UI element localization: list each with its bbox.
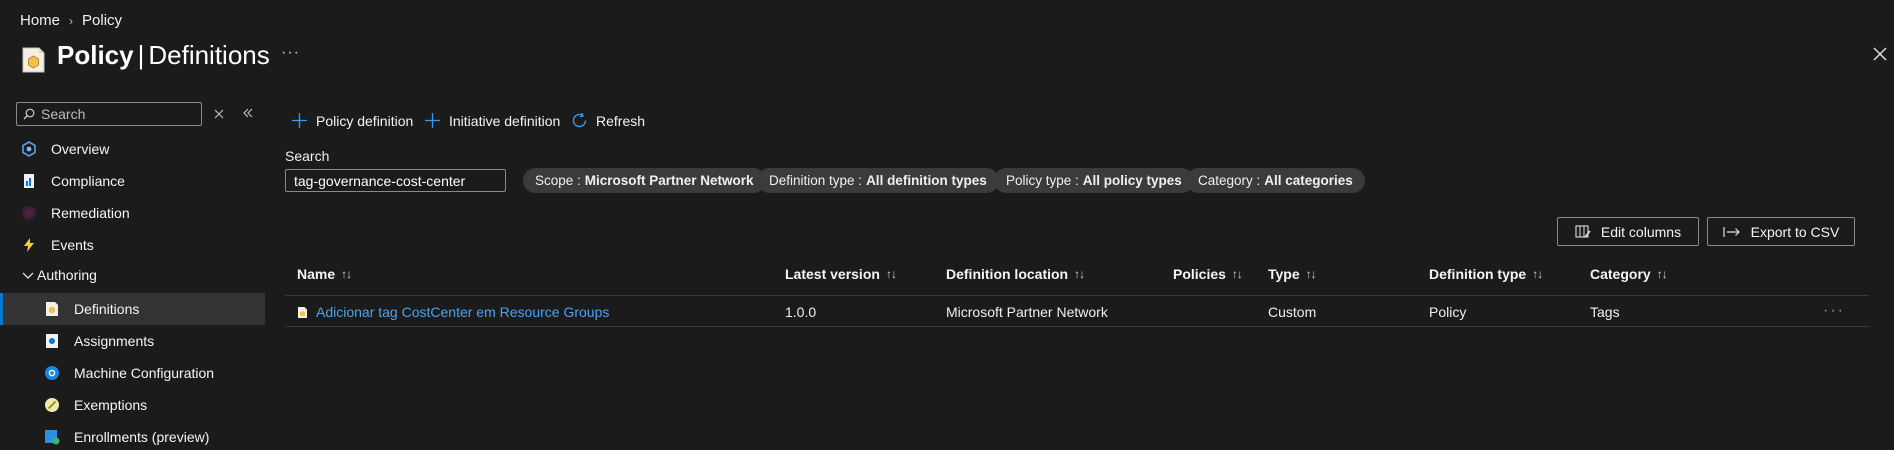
column-header-category[interactable]: Category ↑↓ [1590, 266, 1668, 282]
breadcrumb-home[interactable]: Home [20, 12, 60, 29]
page-title: Policy | Definitions [57, 40, 270, 70]
column-header-type[interactable]: Type ↑↓ [1268, 266, 1317, 282]
plus-icon [425, 113, 440, 128]
sidebar-item-remediation[interactable]: Remediation [0, 197, 265, 229]
remediation-icon [22, 206, 36, 220]
column-header-policies[interactable]: Policies ↑↓ [1173, 266, 1243, 282]
sidebar-search-box[interactable] [16, 102, 202, 126]
table-header-divider [285, 295, 1869, 296]
sort-icon: ↑↓ [1231, 267, 1243, 281]
sidebar-item-compliance[interactable]: Compliance [0, 165, 265, 197]
sort-icon: ↑↓ [341, 267, 352, 281]
compliance-icon [24, 174, 34, 188]
edit-columns-icon [1575, 224, 1591, 238]
sort-icon: ↑↓ [1074, 267, 1085, 281]
exemptions-icon [45, 398, 59, 412]
policy-icon [20, 46, 46, 74]
policy-definition-icon [298, 306, 307, 318]
breadcrumb-policy[interactable]: Policy [82, 12, 122, 29]
edit-columns-button[interactable]: Edit columns [1557, 217, 1699, 246]
policy-type-filter-pill[interactable]: Policy type : All policy types [994, 168, 1194, 193]
lightning-icon [24, 238, 34, 252]
refresh-button[interactable]: Refresh [571, 112, 645, 129]
cell-latest-version: 1.0.0 [785, 304, 817, 320]
definition-name-link[interactable]: Adicionar tag CostCenter em Resource Gro… [297, 304, 609, 320]
export-csv-button[interactable]: Export to CSV [1707, 217, 1855, 246]
sidebar-search-input[interactable] [41, 106, 191, 122]
search-label: Search [285, 148, 330, 164]
sidebar-item-definitions[interactable]: Definitions [0, 293, 265, 325]
machine-config-icon [45, 366, 59, 380]
sidebar-item-authoring[interactable]: Authoring [0, 259, 265, 291]
search-icon [23, 108, 35, 120]
chevron-down-icon [22, 272, 34, 279]
export-icon [1723, 226, 1740, 237]
breadcrumb: Home › Policy [20, 12, 122, 29]
add-policy-definition-button[interactable]: Policy definition [291, 112, 413, 129]
sort-icon: ↑↓ [1305, 267, 1317, 281]
sidebar-item-enrollments[interactable]: Enrollments (preview) [0, 421, 265, 450]
breadcrumb-separator: › [69, 13, 74, 28]
table-row-divider [285, 326, 1869, 327]
close-icon[interactable] [1872, 46, 1888, 62]
sidebar-item-overview[interactable]: Overview [0, 133, 265, 165]
sort-icon: ↑↓ [1656, 267, 1668, 281]
plus-icon [292, 113, 307, 128]
definition-type-filter-pill[interactable]: Definition type : All definition types [757, 168, 999, 193]
cell-type: Custom [1268, 304, 1317, 320]
collapse-sidebar-icon[interactable] [241, 106, 255, 120]
enrollments-icon [45, 430, 60, 445]
category-filter-pill[interactable]: Category : All categories [1186, 168, 1365, 193]
row-more-options-icon[interactable]: ··· [1823, 302, 1845, 320]
sidebar-item-exemptions[interactable]: Exemptions [0, 389, 265, 421]
more-options-icon[interactable]: ··· [281, 44, 300, 62]
cell-category: Tags [1590, 304, 1620, 320]
column-header-definition-type[interactable]: Definition type ↑↓ [1429, 266, 1543, 282]
column-header-latest-version[interactable]: Latest version ↑↓ [785, 266, 897, 282]
sort-icon: ↑↓ [1532, 267, 1543, 281]
sidebar-item-machine-configuration[interactable]: Machine Configuration [0, 357, 265, 389]
sidebar-item-events[interactable]: Events [0, 229, 265, 261]
clear-search-icon[interactable] [213, 108, 225, 120]
sidebar-item-assignments[interactable]: Assignments [0, 325, 265, 357]
assignments-icon [46, 334, 58, 348]
definitions-search-input[interactable] [285, 169, 506, 192]
add-initiative-definition-button[interactable]: Initiative definition [424, 112, 560, 129]
cell-definition-type: Policy [1429, 304, 1467, 320]
column-header-name[interactable]: Name ↑↓ [297, 266, 352, 282]
column-header-definition-location[interactable]: Definition location ↑↓ [946, 266, 1085, 282]
cell-definition-location: Microsoft Partner Network [946, 304, 1108, 320]
definitions-icon [46, 302, 58, 316]
overview-icon [22, 141, 36, 157]
scope-filter-pill[interactable]: Scope : Microsoft Partner Network [523, 168, 766, 193]
sort-icon: ↑↓ [885, 267, 897, 281]
refresh-icon [572, 112, 587, 128]
